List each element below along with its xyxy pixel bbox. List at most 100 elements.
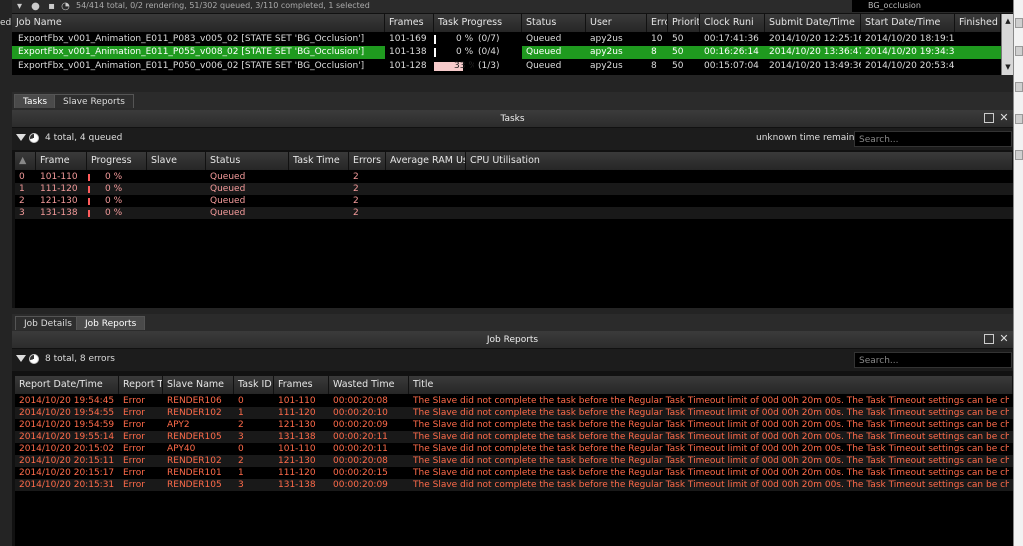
- user-icon[interactable]: ●: [30, 1, 41, 12]
- tasks-search-input[interactable]: Search...: [854, 131, 1012, 147]
- report-type: Error: [123, 456, 145, 466]
- col-status[interactable]: Status: [522, 14, 586, 32]
- lock-icon[interactable]: ▪: [46, 1, 57, 12]
- task-progress-bar: [88, 210, 90, 217]
- report-type: Error: [123, 468, 145, 478]
- job-frames: 101-138: [385, 46, 434, 59]
- report-row[interactable]: 2014/10/20 20:15:02 Error APY40 0 101-110 00:…: [15, 443, 1013, 455]
- report-date: 2014/10/20 20:15:31: [19, 480, 115, 490]
- task-progress-bar: [434, 35, 436, 44]
- task-row[interactable]: 1 111-120 0 % Queued 2: [15, 183, 1013, 195]
- task-task-time: [289, 171, 349, 183]
- restore-icon[interactable]: [984, 334, 994, 344]
- col-task-time[interactable]: Task Time: [289, 152, 349, 170]
- close-icon[interactable]: ✕: [999, 332, 1009, 346]
- report-task: 0: [238, 396, 244, 406]
- job-row-selected[interactable]: ExportFbx_v001_Animation_E011_P055_v008_…: [12, 46, 1002, 59]
- right-strip-button-2[interactable]: [1015, 46, 1023, 56]
- pie-chart-icon[interactable]: [29, 354, 39, 364]
- right-strip-button-3[interactable]: [1015, 82, 1023, 92]
- task-row[interactable]: 2 121-130 0 % Queued 2: [15, 195, 1013, 207]
- col-task-progress[interactable]: Task Progress: [434, 14, 522, 32]
- task-status: Queued: [210, 196, 246, 206]
- report-row[interactable]: 2014/10/20 19:54:55 Error RENDER102 1 111-12…: [15, 407, 1013, 419]
- collapse-triangle-icon[interactable]: [16, 134, 26, 141]
- col-wasted-time[interactable]: Wasted Time: [329, 376, 409, 394]
- job-filter-input[interactable]: BG_occlusion: [852, 0, 1013, 12]
- col-clock-running[interactable]: Clock Runi: [700, 14, 765, 32]
- report-title: The Slave did not complete the task befo…: [413, 408, 1009, 418]
- pie-chart-icon[interactable]: [29, 133, 39, 143]
- restore-icon[interactable]: [984, 113, 994, 123]
- splitter[interactable]: [12, 75, 1013, 92]
- col-errors[interactable]: Errors: [349, 152, 386, 170]
- col-slave[interactable]: Slave: [147, 152, 206, 170]
- col-task-id[interactable]: Task ID: [234, 376, 274, 394]
- task-row[interactable]: 0 101-110 0 % Queued 2: [15, 171, 1013, 183]
- report-row[interactable]: 2014/10/20 19:54:45 Error RENDER106 0 101-11…: [15, 395, 1013, 407]
- tab-job-reports[interactable]: Job Reports: [76, 316, 146, 330]
- report-wasted: 00:00:20:11: [333, 444, 388, 454]
- task-id: 3: [19, 208, 25, 218]
- report-row[interactable]: 2014/10/20 20:15:31 Error RENDER105 3 131-13…: [15, 479, 1013, 491]
- job-name: ExportFbx_v001_Animation_E011_P050_v006_…: [18, 61, 365, 71]
- task-errors: 2: [353, 196, 359, 206]
- task-row[interactable]: 3 131-138 0 % Queued 2: [15, 207, 1013, 219]
- report-date: 2014/10/20 19:54:55: [19, 408, 115, 418]
- task-status: Queued: [210, 184, 246, 194]
- tab-slave-reports[interactable]: Slave Reports: [54, 94, 134, 108]
- scroll-up-icon[interactable]: ▲: [1003, 16, 1013, 26]
- right-strip-button-4[interactable]: [1015, 114, 1023, 124]
- reports-search-input[interactable]: Search...: [854, 352, 1012, 368]
- task-task-time: [289, 183, 349, 195]
- col-frame[interactable]: Frame: [36, 152, 87, 170]
- job-clock: 00:17:41:36: [704, 34, 759, 44]
- report-row[interactable]: 2014/10/20 19:54:59 Error APY2 2 121-130 00:0…: [15, 419, 1013, 431]
- report-slave: RENDER102: [167, 456, 222, 466]
- job-progress-count: (1/3): [478, 61, 500, 71]
- close-icon[interactable]: ✕: [999, 111, 1009, 125]
- col-report-date[interactable]: Report Date/Time: [15, 376, 119, 394]
- collapse-triangle-icon[interactable]: [16, 355, 26, 362]
- job-priority: 50: [672, 34, 684, 44]
- col-frames[interactable]: Frames: [385, 14, 434, 32]
- scroll-down-icon[interactable]: ▼: [1003, 62, 1013, 72]
- col-finished[interactable]: Finished I: [955, 14, 1001, 32]
- col-avg-ram[interactable]: Average RAM Usa: [386, 152, 466, 170]
- report-row[interactable]: 2014/10/20 19:55:14 Error RENDER105 3 131-13…: [15, 431, 1013, 443]
- task-frame: 121-130: [40, 196, 78, 206]
- report-row[interactable]: 2014/10/20 20:15:17 Error RENDER101 1 111-12…: [15, 467, 1013, 479]
- col-cpu[interactable]: CPU Utilisation: [466, 152, 1013, 170]
- col-start-date[interactable]: Start Date/Time: [861, 14, 955, 32]
- col-status[interactable]: Status: [206, 152, 289, 170]
- col-task-id[interactable]: ▲: [15, 152, 36, 170]
- tab-job-details[interactable]: Job Details: [15, 316, 81, 330]
- left-dock-label: ed: [0, 18, 12, 28]
- job-user: apy2us: [590, 61, 623, 71]
- job-frames: 101-128: [389, 61, 427, 71]
- col-progress[interactable]: Progress: [87, 152, 147, 170]
- task-frame: 101-110: [40, 172, 78, 182]
- jobs-scrollbar[interactable]: ▲ ▼: [1001, 14, 1013, 75]
- col-title[interactable]: Title: [409, 376, 1013, 394]
- job-row[interactable]: ExportFbx_v001_Animation_E011_P050_v006_…: [12, 60, 1002, 73]
- job-progress-count: (0/7): [478, 34, 500, 44]
- right-strip-button-1[interactable]: [1015, 18, 1023, 28]
- report-row[interactable]: 2014/10/20 20:15:11 Error RENDER102 2 121-13…: [15, 455, 1013, 467]
- col-report-type[interactable]: Report Ty: [119, 376, 163, 394]
- col-errors[interactable]: Errc: [647, 14, 668, 32]
- col-slave-name[interactable]: Slave Name: [163, 376, 234, 394]
- col-priority[interactable]: Priorit: [668, 14, 700, 32]
- col-frames[interactable]: Frames: [274, 376, 329, 394]
- collapse-icon[interactable]: ▾: [14, 1, 25, 12]
- col-user[interactable]: User: [586, 14, 647, 32]
- job-user: apy2us: [590, 47, 623, 57]
- report-task: 0: [238, 444, 244, 454]
- job-clock: 00:15:07:04: [704, 61, 759, 71]
- tab-tasks[interactable]: Tasks: [14, 94, 57, 108]
- col-job-name[interactable]: Job Name: [12, 14, 385, 32]
- job-row[interactable]: ExportFbx_v001_Animation_E011_P083_v005_…: [12, 33, 1002, 46]
- right-strip-button-5[interactable]: [1015, 150, 1023, 160]
- col-submit-date[interactable]: Submit Date/Time: [765, 14, 861, 32]
- report-type: Error: [123, 444, 145, 454]
